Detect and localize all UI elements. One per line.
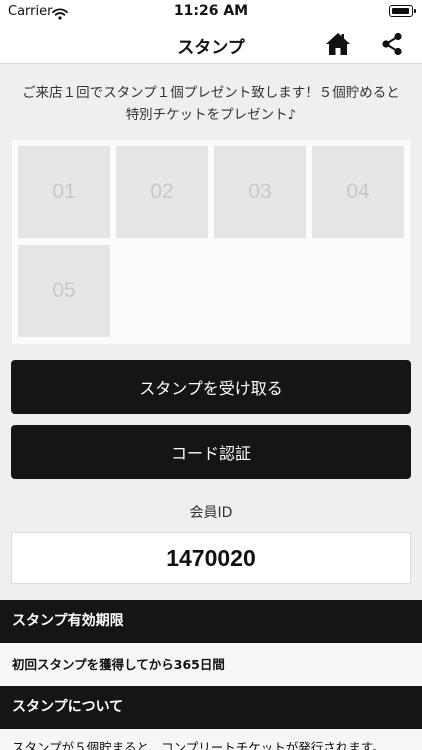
stamp-card: 01 02 03 04 05 — [12, 140, 410, 344]
stamp-slot-05: 05 — [18, 245, 110, 337]
stamp-slot-03: 03 — [214, 146, 306, 238]
intro-line-1: ご来店１回でスタンプ１個プレゼント致します！５個貯めると — [22, 85, 400, 101]
validity-section-header: スタンプ有効期限 — [0, 600, 422, 643]
member-id-value: 1470020 — [11, 532, 411, 584]
stamp-slot-01: 01 — [18, 146, 110, 238]
status-bar: Carrier 11:26 AM — [0, 0, 422, 24]
receive-stamp-button[interactable]: スタンプを受け取る — [11, 360, 411, 414]
code-auth-button[interactable]: コード認証 — [11, 425, 411, 479]
intro-text: ご来店１回でスタンプ１個プレゼント致します！５個貯めると 特別チケットをプレゼン… — [0, 82, 422, 126]
page-title: スタンプ — [177, 38, 245, 58]
status-time: 11:26 AM — [173, 3, 249, 19]
intro-line-2: 特別チケットをプレゼント♪ — [125, 107, 297, 123]
stamp-slot-02: 02 — [116, 146, 208, 238]
home-icon[interactable] — [324, 30, 352, 58]
nav-bar: スタンプ — [0, 24, 422, 64]
share-icon[interactable] — [378, 30, 406, 58]
battery-icon — [389, 5, 416, 17]
about-section-header: スタンプについて — [0, 686, 422, 729]
validity-section-body: 初回スタンプを獲得してから365日間 — [0, 643, 422, 686]
about-section-body: スタンプが５個貯まると、コンプリートチケットが発行されます。 — [0, 729, 422, 750]
member-id-label: 会員ID — [189, 505, 233, 521]
stamp-slot-04: 04 — [312, 146, 404, 238]
